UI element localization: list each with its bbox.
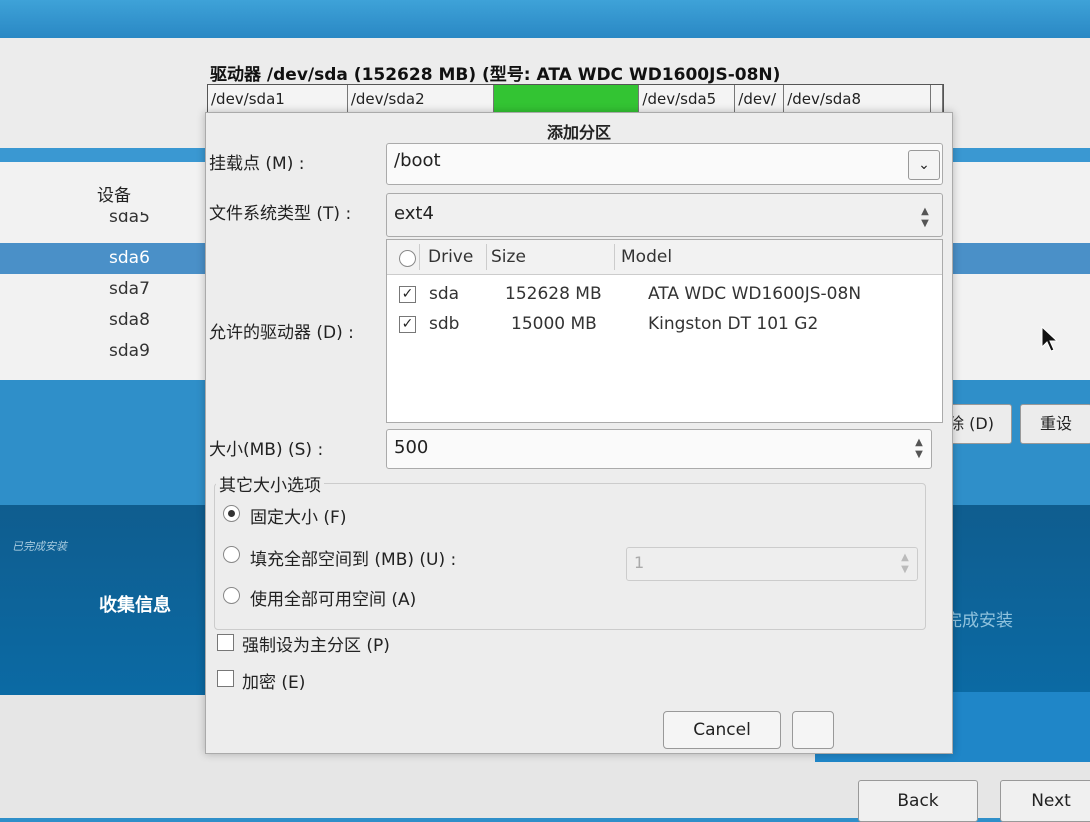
top-band bbox=[0, 0, 1090, 38]
filesystem-type-label: 文件系统类型 (T) : bbox=[209, 204, 352, 224]
mouse-cursor-icon bbox=[1041, 325, 1059, 352]
fill-to-size-spinbox[interactable]: 1 ▲ ▼ bbox=[626, 547, 918, 581]
encrypt-checkbox[interactable] bbox=[217, 670, 234, 687]
chevron-down-icon[interactable]: ⌄ bbox=[908, 150, 940, 180]
reset-button[interactable]: 重设 bbox=[1020, 404, 1090, 444]
fill-all-space-label: 使用全部可用空间 (A) bbox=[250, 590, 417, 610]
partition-segment[interactable] bbox=[931, 85, 943, 115]
partition-segment[interactable]: /dev/sda2 bbox=[347, 85, 494, 115]
dialog-title: 添加分区 bbox=[546, 123, 611, 142]
filesystem-type-select[interactable]: ext4 ▲ ▼ bbox=[386, 193, 943, 237]
cancel-button[interactable]: Cancel bbox=[663, 711, 781, 749]
drives-table-header: Drive Size Model bbox=[387, 240, 942, 275]
drives-table: Drive Size Model ✓ sda 152628 MB ATA WDC… bbox=[386, 239, 943, 423]
size-label: 大小(MB) (S) : bbox=[209, 440, 324, 460]
size-spinbox[interactable]: 500 ▲ ▼ bbox=[386, 429, 932, 469]
drive-size: 15000 MB bbox=[511, 314, 597, 334]
force-primary-label: 强制设为主分区 (P) bbox=[242, 636, 390, 656]
mount-point-combo[interactable]: /boot ⌄ bbox=[386, 143, 943, 185]
next-button[interactable]: Next bbox=[1000, 780, 1090, 822]
fixed-size-radio[interactable] bbox=[223, 505, 240, 522]
device-column-header: 设备 bbox=[97, 186, 131, 206]
column-divider bbox=[486, 244, 487, 270]
partition-segment[interactable]: /dev/sda8 bbox=[784, 85, 932, 115]
drive-model: ATA WDC WD1600JS-08N bbox=[648, 284, 862, 304]
ok-button[interactable] bbox=[792, 711, 834, 749]
force-primary-checkbox[interactable] bbox=[217, 634, 234, 651]
finish-install-step: 完成安装 bbox=[945, 611, 1013, 631]
partition-segment[interactable]: /dev/sda1 bbox=[208, 85, 348, 115]
drive-checkbox-sda[interactable]: ✓ bbox=[399, 286, 416, 303]
column-drive[interactable]: Drive bbox=[428, 247, 473, 267]
drive-size: 152628 MB bbox=[505, 284, 602, 304]
drive-name: sda bbox=[429, 284, 460, 304]
partition-segment[interactable]: /dev/ bbox=[735, 85, 785, 115]
back-button[interactable]: Back bbox=[858, 780, 978, 822]
mount-point-label: 挂载点 (M) : bbox=[209, 154, 305, 174]
encrypt-label: 加密 (E) bbox=[242, 673, 306, 693]
allowed-drives-label: 允许的驱动器 (D) : bbox=[209, 323, 354, 343]
drive-row-sdb[interactable]: ✓ sdb 15000 MB Kingston DT 101 G2 bbox=[387, 310, 942, 340]
fill-to-size-value: 1 bbox=[634, 553, 645, 572]
spin-arrows-icon[interactable]: ▲ ▼ bbox=[910, 437, 928, 461]
column-divider bbox=[419, 244, 420, 270]
fixed-size-label: 固定大小 (F) bbox=[250, 508, 347, 528]
add-partition-dialog: 添加分区 挂载点 (M) : /boot ⌄ 文件系统类型 (T) : ext4… bbox=[205, 112, 953, 754]
partition-segment[interactable]: /dev/sda5 bbox=[639, 85, 736, 115]
fill-to-size-label: 填充全部空间到 (MB) (U) : bbox=[250, 550, 457, 570]
collect-info-step: 收集信息 bbox=[99, 595, 171, 616]
select-all-toggle[interactable] bbox=[399, 250, 416, 267]
drive-checkbox-sdb[interactable]: ✓ bbox=[399, 316, 416, 333]
fill-all-space-radio[interactable] bbox=[223, 587, 240, 604]
drive-model: Kingston DT 101 G2 bbox=[648, 314, 819, 334]
drive-name: sdb bbox=[429, 314, 460, 334]
updown-arrows-icon: ▲ ▼ bbox=[921, 206, 929, 229]
filesystem-type-value: ext4 bbox=[394, 203, 434, 224]
column-divider bbox=[614, 244, 615, 270]
other-size-options-label: 其它大小选项 bbox=[216, 471, 324, 496]
column-size[interactable]: Size bbox=[491, 247, 526, 267]
partition-segment[interactable] bbox=[493, 85, 640, 115]
drive-title: 驱动器 /dev/sda (152628 MB) (型号: ATA WDC WD… bbox=[210, 65, 781, 85]
column-model[interactable]: Model bbox=[621, 247, 672, 267]
fill-to-size-radio[interactable] bbox=[223, 546, 240, 563]
spin-arrows-icon: ▲ ▼ bbox=[901, 552, 909, 575]
done-label: 已完成安装 bbox=[12, 540, 67, 553]
mount-point-value: /boot bbox=[394, 150, 441, 171]
drive-row-sda[interactable]: ✓ sda 152628 MB ATA WDC WD1600JS-08N bbox=[387, 280, 942, 310]
size-value: 500 bbox=[394, 437, 429, 458]
